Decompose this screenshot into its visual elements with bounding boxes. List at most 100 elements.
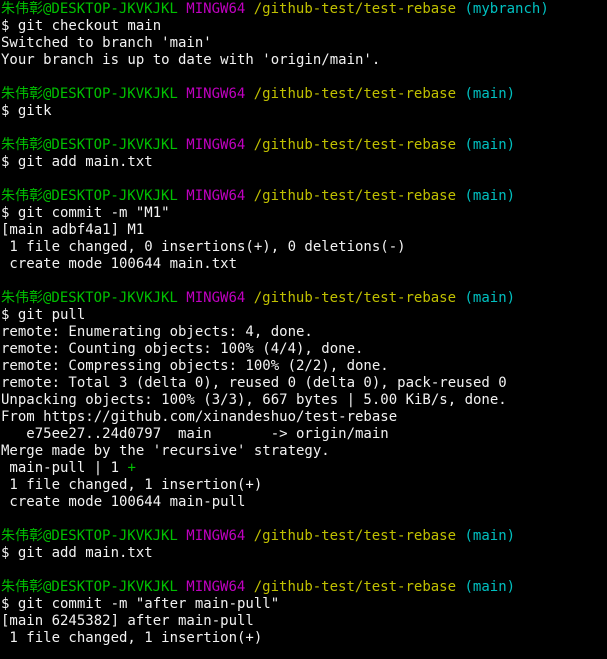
terminal-text-segment: (main) — [464, 579, 516, 595]
terminal-text-segment: 朱伟彰@DESKTOP-JKVKJKL — [1, 1, 178, 17]
terminal-line: $ git add main.txt — [1, 545, 607, 562]
terminal-text-segment: $ git pull — [1, 307, 86, 323]
terminal-text-segment: 朱伟彰@DESKTOP-JKVKJKL — [1, 579, 178, 595]
terminal-text-segment: [main adbf4a1] M1 — [1, 222, 145, 238]
terminal-text-segment: /github-test/test-rebase — [253, 290, 457, 306]
terminal-text-segment: 1 file changed, 1 insertion(+) — [1, 630, 263, 646]
terminal-line: [main adbf4a1] M1 — [1, 222, 607, 239]
terminal-text-segment: remote: Counting objects: 100% (4/4), do… — [1, 341, 364, 357]
terminal-text-segment: 1 file changed, 0 insertions(+), 0 delet… — [1, 239, 406, 255]
terminal-line: 1 file changed, 1 insertion(+) — [1, 477, 607, 494]
terminal-text-segment: 朱伟彰@DESKTOP-JKVKJKL — [1, 290, 178, 306]
terminal-line: $ git add main.txt — [1, 154, 607, 171]
terminal-line: 朱伟彰@DESKTOP-JKVKJKL MINGW64 /github-test… — [1, 188, 607, 205]
terminal-text-segment: Your branch is up to date with 'origin/m… — [1, 52, 381, 68]
terminal-text-segment: (main) — [464, 137, 516, 153]
terminal-line: Merge made by the 'recursive' strategy. — [1, 443, 607, 460]
terminal-text-segment: (main) — [464, 86, 516, 102]
terminal-text-segment: Unpacking objects: 100% (3/3), 667 bytes… — [1, 392, 507, 408]
terminal-text-segment: $ git commit -m "M1" — [1, 205, 170, 221]
terminal-line: $ git commit -m "after main-pull" — [1, 596, 607, 613]
terminal-text-segment: remote: Enumerating objects: 4, done. — [1, 324, 313, 340]
terminal-text-segment: + — [127, 460, 136, 476]
terminal-text-segment: From https://github.com/xinandeshuo/test… — [1, 409, 398, 425]
terminal-line: Switched to branch 'main' — [1, 35, 607, 52]
terminal-text-segment: 朱伟彰@DESKTOP-JKVKJKL — [1, 528, 178, 544]
terminal-text-segment: $ git commit -m "after main-pull" — [1, 596, 280, 612]
terminal-text-segment: (main) — [464, 528, 516, 544]
terminal-text-segment: 朱伟彰@DESKTOP-JKVKJKL — [1, 86, 178, 102]
terminal-text-segment: MINGW64 — [186, 1, 246, 17]
terminal-line: 1 file changed, 0 insertions(+), 0 delet… — [1, 239, 607, 256]
terminal-line: 1 file changed, 1 insertion(+) — [1, 630, 607, 647]
terminal-line: e75ee27..24d0797 main -> origin/main — [1, 426, 607, 443]
terminal-text-segment: (main) — [464, 290, 516, 306]
terminal-line: Your branch is up to date with 'origin/m… — [1, 52, 607, 69]
terminal-text-segment: /github-test/test-rebase — [253, 528, 457, 544]
terminal-line: 朱伟彰@DESKTOP-JKVKJKL MINGW64 /github-test… — [1, 290, 607, 307]
terminal-text-segment: (mybranch) — [464, 1, 549, 17]
terminal-line: create mode 100644 main.txt — [1, 256, 607, 273]
terminal-text-segment: 1 file changed, 1 insertion(+) — [1, 477, 263, 493]
terminal-text-segment: /github-test/test-rebase — [253, 579, 457, 595]
terminal-text-segment: [main 6245382] after main-pull — [1, 613, 254, 629]
terminal-text-segment: create mode 100644 main.txt — [1, 256, 238, 272]
terminal-text-segment: /github-test/test-rebase — [253, 1, 457, 17]
terminal-text-segment: remote: Compressing objects: 100% (2/2),… — [1, 358, 389, 374]
terminal-line: create mode 100644 main-pull — [1, 494, 607, 511]
terminal-text-segment: $ gitk — [1, 103, 52, 119]
terminal-text-segment: 朱伟彰@DESKTOP-JKVKJKL — [1, 188, 178, 204]
terminal-text-segment: remote: Total 3 (delta 0), reused 0 (del… — [1, 375, 507, 391]
terminal-text-segment: Merge made by the 'recursive' strategy. — [1, 443, 330, 459]
terminal-line: From https://github.com/xinandeshuo/test… — [1, 409, 607, 426]
terminal-text-segment: MINGW64 — [186, 528, 246, 544]
terminal-text-segment: $ git add main.txt — [1, 545, 153, 561]
terminal-line: 朱伟彰@DESKTOP-JKVKJKL MINGW64 /github-test… — [1, 137, 607, 154]
terminal-text-segment: /github-test/test-rebase — [253, 137, 457, 153]
terminal-line: 朱伟彰@DESKTOP-JKVKJKL MINGW64 /github-test… — [1, 579, 607, 596]
terminal-line: $ git pull — [1, 307, 607, 324]
terminal-text-segment: 朱伟彰@DESKTOP-JKVKJKL — [1, 137, 178, 153]
terminal-text-segment: main-pull | 1 — [1, 460, 128, 476]
terminal-text-segment: /github-test/test-rebase — [253, 86, 457, 102]
terminal-line: main-pull | 1 + — [1, 460, 607, 477]
terminal-line: 朱伟彰@DESKTOP-JKVKJKL MINGW64 /github-test… — [1, 86, 607, 103]
terminal-line: $ git checkout main — [1, 18, 607, 35]
terminal-text-segment: $ git checkout main — [1, 18, 162, 34]
terminal-line: 朱伟彰@DESKTOP-JKVKJKL MINGW64 /github-test… — [1, 528, 607, 545]
terminal-text-segment: MINGW64 — [186, 579, 246, 595]
terminal-text-segment: (main) — [464, 188, 516, 204]
terminal-text-segment: Switched to branch 'main' — [1, 35, 212, 51]
terminal-text-segment: e75ee27..24d0797 main -> origin/main — [1, 426, 389, 442]
terminal-text-segment: create mode 100644 main-pull — [1, 494, 246, 510]
terminal-line: $ gitk — [1, 103, 607, 120]
terminal-line: 朱伟彰@DESKTOP-JKVKJKL MINGW64 /github-test… — [1, 1, 607, 18]
terminal-text-segment: MINGW64 — [186, 290, 246, 306]
terminal-line: [main 6245382] after main-pull — [1, 613, 607, 630]
terminal-line: $ git commit -m "M1" — [1, 205, 607, 222]
terminal-text-segment: MINGW64 — [186, 188, 246, 204]
terminal-text-segment: MINGW64 — [186, 86, 246, 102]
terminal-line: Unpacking objects: 100% (3/3), 667 bytes… — [1, 392, 607, 409]
terminal-line: remote: Counting objects: 100% (4/4), do… — [1, 341, 607, 358]
terminal-text-segment: MINGW64 — [186, 137, 246, 153]
terminal-window[interactable]: 朱伟彰@DESKTOP-JKVKJKL MINGW64 /github-test… — [0, 0, 607, 659]
terminal-line: remote: Enumerating objects: 4, done. — [1, 324, 607, 341]
terminal-line: remote: Compressing objects: 100% (2/2),… — [1, 358, 607, 375]
terminal-text-segment: /github-test/test-rebase — [253, 188, 457, 204]
terminal-text-segment: $ git add main.txt — [1, 154, 153, 170]
terminal-line: remote: Total 3 (delta 0), reused 0 (del… — [1, 375, 607, 392]
